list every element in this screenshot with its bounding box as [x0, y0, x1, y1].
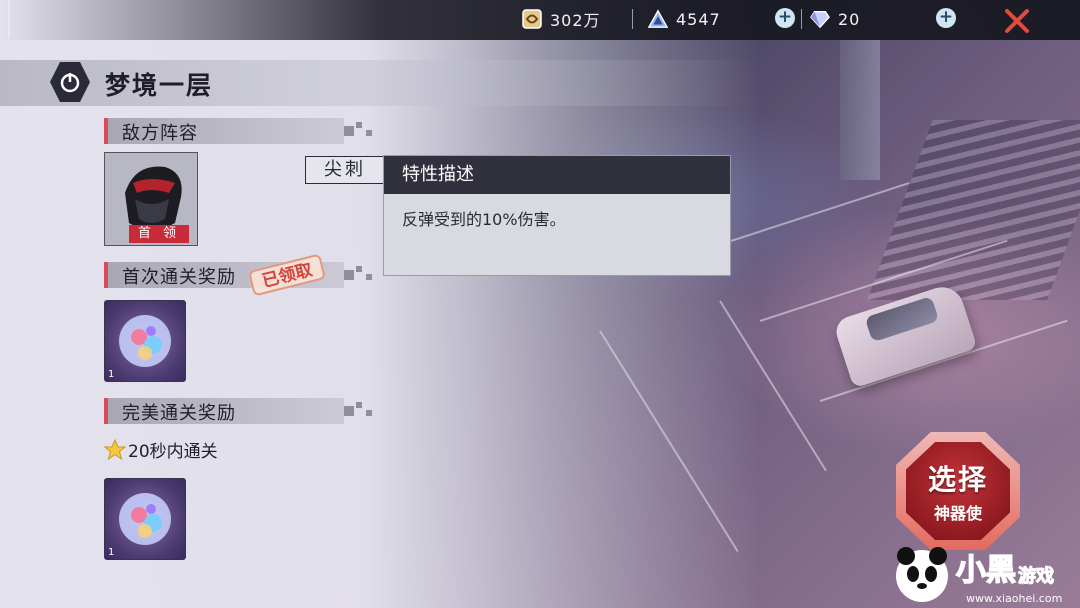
enemy-boss-portrait[interactable]: 首 领 — [104, 152, 198, 246]
crystal-orb-icon — [119, 493, 171, 545]
popup-title: 特性描述 — [384, 156, 730, 194]
popup-description: 反弹受到的10%伤害。 — [402, 210, 566, 229]
select-button-sub-label: 神器使 — [933, 504, 982, 523]
reward-item-perfect-clear[interactable]: 1 — [104, 478, 186, 560]
perfect-condition-text: 20秒内通关 — [128, 442, 218, 462]
section-label-perfect-clear: 完美通关奖励 — [122, 403, 236, 424]
add-diamond-button[interactable]: + — [936, 8, 956, 28]
select-button-face: 选择 神器使 — [906, 442, 1010, 540]
section-deco — [344, 402, 380, 420]
separator — [801, 9, 802, 29]
section-label-enemy: 敌方阵容 — [122, 123, 198, 144]
boss-tag: 首 领 — [129, 225, 189, 243]
reward-count: 1 — [108, 369, 115, 380]
energy-amount: 4547 — [676, 9, 721, 29]
section-deco — [344, 122, 380, 140]
resource-bar: 302万 4547 + 20 + — [0, 0, 1080, 40]
energy-resource: 4547 — [648, 8, 721, 30]
svg-text:www.xiaohei.com: www.xiaohei.com — [966, 592, 1062, 605]
trait-spike-button[interactable]: 尖刺 — [305, 156, 385, 184]
svg-text:游戏: 游戏 — [1018, 565, 1054, 587]
star-icon — [104, 438, 126, 460]
watermark-logo: 小黑 游戏 www.xiaohei.com — [896, 547, 1062, 605]
reward-item-first-clear[interactable]: 1 — [104, 300, 186, 382]
close-icon — [1005, 9, 1029, 33]
add-energy-button[interactable]: + — [775, 8, 795, 28]
trait-description-popup: 特性描述 反弹受到的10%伤害。 — [383, 155, 731, 276]
diamond-icon — [810, 9, 830, 29]
background-pillar — [840, 40, 880, 180]
section-label-first-clear: 首次通关奖励 — [122, 267, 236, 288]
reward-count: 1 — [108, 547, 115, 558]
svg-text:小黑: 小黑 — [956, 553, 1016, 588]
energy-triangle-icon — [648, 9, 668, 29]
close-button[interactable] — [1004, 8, 1030, 34]
select-button-main-label: 选择 — [927, 463, 988, 496]
select-artifact-user-button[interactable]: 选择 神器使 — [896, 432, 1020, 550]
background-stairs — [867, 120, 1080, 300]
separator — [632, 9, 633, 29]
diamond-amount: 20 — [838, 9, 861, 29]
crystal-orb-icon — [119, 315, 171, 367]
section-deco — [344, 266, 380, 284]
gold-resource: 302万 — [522, 8, 601, 30]
perfect-condition: 20秒内通关 — [104, 437, 218, 462]
coin-icon — [522, 9, 542, 29]
topbar-edge-mark — [8, 0, 10, 38]
page-title: 梦境一层 — [105, 71, 214, 100]
gold-amount: 302万 — [550, 11, 601, 30]
diamond-resource: 20 — [810, 8, 860, 30]
